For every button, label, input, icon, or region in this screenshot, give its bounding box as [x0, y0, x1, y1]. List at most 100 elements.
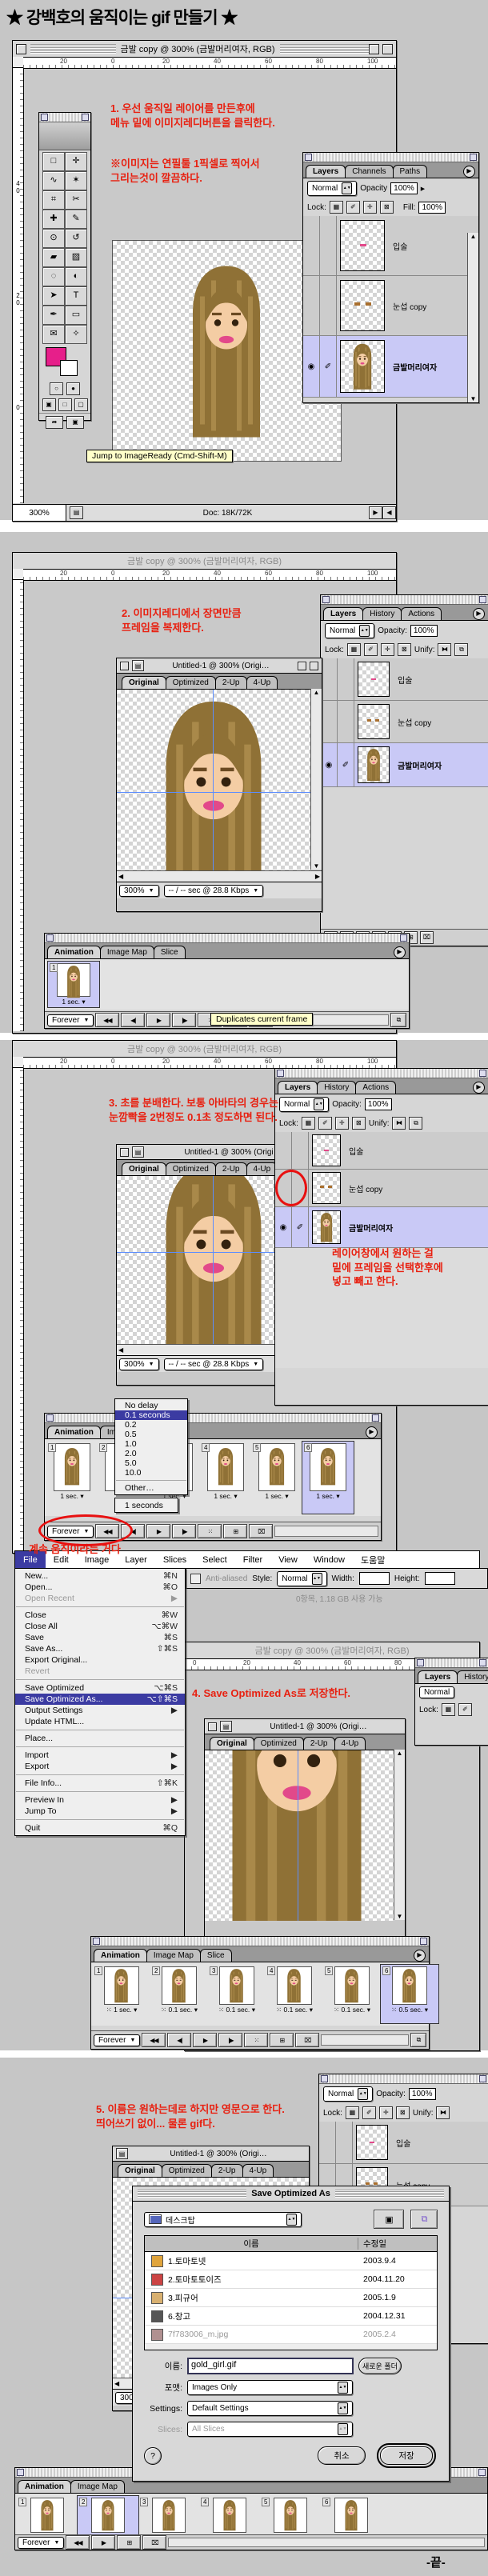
menu-item-save-optimized[interactable]: Save Optimized⌥⌘S [15, 1682, 185, 1694]
frame-delay[interactable]: ⁙ 0.5 sec. ▾ [391, 2006, 428, 2014]
tool-blur-icon[interactable]: ◌ [42, 267, 65, 286]
duplicate-frame-icon[interactable]: ⊞ [270, 2033, 294, 2047]
tab-animation[interactable]: Animation [18, 2480, 71, 2493]
tab-image-map[interactable]: Image Map [146, 1949, 201, 1962]
layer-row-eyebrows[interactable]: 눈섭 copy [321, 701, 488, 743]
tab-2up[interactable]: 2-Up [303, 1737, 335, 1750]
blend-mode-select[interactable]: Normal▲▼ [279, 1097, 329, 1112]
menu-item-export[interactable]: Export▶ [15, 1761, 185, 1772]
tab-history[interactable]: History [362, 607, 402, 620]
trash-icon[interactable]: ⌧ [420, 931, 434, 944]
frame-delay[interactable]: 1 sec. ▾ [214, 1492, 237, 1501]
lock-all-icon[interactable]: ⊠ [380, 201, 394, 214]
tab-layers[interactable]: Layers [278, 1081, 318, 1094]
opacity-field[interactable]: 100% [365, 1098, 392, 1110]
menu-item-open[interactable]: Open...⌘O [15, 1582, 185, 1593]
tab-optimized[interactable]: Optimized [254, 1737, 304, 1750]
frame-delay[interactable]: ⁙ 0.1 sec. ▾ [276, 2006, 313, 2014]
tool-brush-icon[interactable]: ✎ [65, 210, 87, 229]
quickmask-mode-icon[interactable]: ● [66, 382, 80, 395]
fill-field[interactable]: 100% [418, 202, 446, 214]
menu-item-current-delay[interactable]: 1 seconds [115, 1500, 178, 1510]
menu-layer[interactable]: Layer [117, 1551, 155, 1569]
tab-2up[interactable]: 2-Up [215, 1162, 247, 1175]
tool-gradient-icon[interactable]: ▨ [65, 248, 87, 267]
frame-6[interactable]: 6 1 sec. ▾ [302, 1442, 354, 1514]
lock-transparency-icon[interactable]: ▦ [347, 643, 361, 656]
standard-mode-icon[interactable]: ○ [50, 382, 63, 395]
tool-healing-brush-icon[interactable]: ✚ [42, 210, 65, 229]
menu-filter[interactable]: Filter [235, 1551, 270, 1569]
active-brush-icon[interactable]: ✐ [320, 336, 337, 397]
canvas[interactable] [117, 690, 311, 870]
lock-transparency-icon[interactable]: ▦ [330, 201, 343, 214]
menu-item-export-original[interactable]: Export Original... [15, 1654, 185, 1666]
frame-1[interactable]: 1 1 sec. ▾ [46, 1442, 98, 1514]
active-brush-icon[interactable]: ✐ [338, 743, 354, 786]
tab-animation[interactable]: Animation [94, 1949, 147, 1962]
layer-row-lips[interactable]: 입술 [319, 2122, 488, 2164]
collapse-box-icon[interactable] [382, 44, 393, 54]
cancel-button[interactable]: 취소 [318, 2446, 366, 2465]
tween-icon[interactable]: ⁙ [244, 2033, 268, 2047]
step-forward-icon[interactable]: |▶ [218, 2033, 242, 2047]
step-back-icon[interactable]: ◀| [167, 2033, 191, 2047]
frame-1[interactable]: 1 ⁙ 1 sec. ▾ [93, 1965, 150, 2023]
opacity-arrow-icon[interactable]: ▶ [421, 186, 425, 192]
file-row[interactable]: 3.피규어2005.1.9 [145, 2289, 437, 2307]
frames-scrollbar[interactable] [321, 2034, 409, 2046]
visibility-eye-icon[interactable]: ◉ [275, 1207, 292, 1247]
blend-mode-select[interactable]: Normal [419, 1686, 454, 1698]
close-box-icon[interactable] [120, 662, 129, 670]
settings-select[interactable]: Default Settings▲▼ [187, 2401, 353, 2416]
menu-item-save[interactable]: Save⌘S [15, 1632, 185, 1643]
frame-delay[interactable]: ⁙ 0.1 sec. ▾ [218, 2006, 255, 2014]
frame-delay[interactable]: 1 sec. ▾ [62, 998, 85, 1006]
layer-row-blonde-girl[interactable]: ◉ ✐ 금발머리여자 [303, 336, 478, 398]
menu-view[interactable]: View [270, 1551, 306, 1569]
horizontal-scrollbar[interactable]: ◀▶ [117, 870, 322, 882]
blend-mode-select[interactable]: Normal▲▼ [307, 181, 357, 196]
play-icon[interactable]: ▶ [146, 1013, 170, 1027]
menu-item-other[interactable]: Other… [115, 1483, 187, 1493]
status-next-icon[interactable]: ▶ [369, 506, 382, 519]
menu-slices[interactable]: Slices [155, 1551, 194, 1569]
frame-delay[interactable]: ⁙ 0.1 sec. ▾ [334, 2006, 370, 2014]
menu-item-close[interactable]: Close⌘W [15, 1610, 185, 1621]
menu-select[interactable]: Select [194, 1551, 235, 1569]
tab-4up[interactable]: 4-Up [246, 676, 278, 689]
lock-move-icon[interactable]: ✛ [363, 201, 377, 214]
frame-delay[interactable]: 1 sec. ▾ [316, 1492, 339, 1501]
layer-row-blonde-girl[interactable]: ◉ ✐ 금발머리여자 [275, 1207, 488, 1248]
tab-4up[interactable]: 4-Up [246, 1162, 278, 1175]
menu-item-output-settings[interactable]: Output Settings▶ [15, 1705, 185, 1716]
tab-original[interactable]: Original [122, 676, 166, 689]
tab-layers[interactable]: Layers [306, 165, 346, 178]
tab-original[interactable]: Original [210, 1737, 254, 1750]
lock-move-icon[interactable]: ✛ [335, 1117, 349, 1130]
loop-select[interactable]: Forever▼ [94, 2034, 140, 2046]
menu-item-jump-to[interactable]: Jump To▶ [15, 1806, 185, 1817]
frame-3[interactable]: 3 ⁙ 0.1 sec. ▾ [208, 1965, 266, 2023]
link-column[interactable] [320, 216, 337, 275]
tool-rect-marquee-icon[interactable]: □ [42, 152, 65, 171]
close-box-icon[interactable] [16, 44, 26, 54]
opacity-field[interactable]: 100% [410, 625, 438, 637]
file-row[interactable]: 1.토마토넷2003.9.4 [145, 2252, 437, 2270]
tool-pen-icon[interactable]: ✒ [42, 306, 65, 325]
menu-item-10.0[interactable]: 10.0 [115, 1468, 187, 1478]
favorites-folder-icon[interactable]: ⧉ [410, 2210, 438, 2229]
tool-notes-icon[interactable]: ✉ [42, 325, 65, 344]
status-prev-icon[interactable]: ◀ [382, 506, 396, 519]
frame-4[interactable]: 4 1 sec. ▾ [200, 1442, 251, 1514]
play-icon[interactable]: ▶ [193, 2033, 217, 2047]
menu-item-new[interactable]: New...⌘N [15, 1570, 185, 1582]
tab-layers[interactable]: Layers [323, 607, 363, 620]
tab-image-map[interactable]: Image Map [100, 946, 154, 958]
active-brush-icon[interactable]: ✐ [292, 1207, 309, 1247]
step-back-icon[interactable]: ◀| [121, 1013, 145, 1027]
menu-item-no-delay[interactable]: No delay [115, 1401, 187, 1410]
blend-mode-select[interactable]: Normal▲▼ [325, 623, 374, 638]
tab-optimized[interactable]: Optimized [166, 676, 216, 689]
palette-drag-bar[interactable] [303, 153, 478, 162]
